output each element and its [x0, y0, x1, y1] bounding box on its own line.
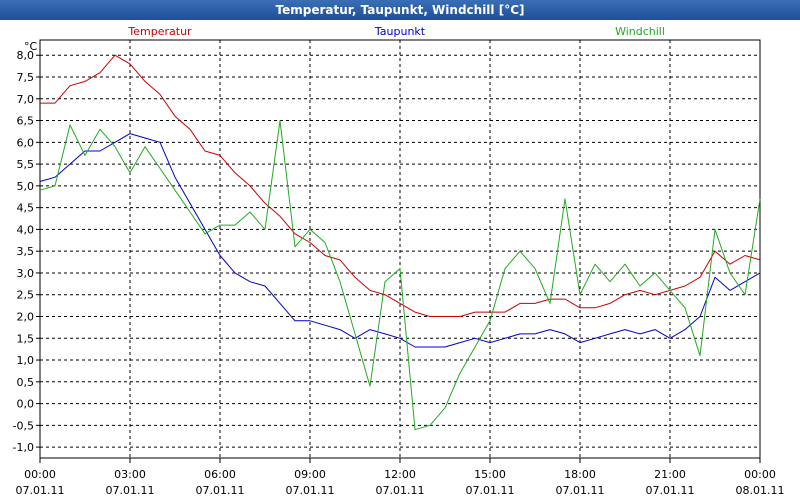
x-axis: 00:00 07.01.11 03:00 07.01.11 06:00 07.01.11 0…: [16, 458, 785, 497]
y-tick-label: 7,5: [17, 71, 35, 84]
x-tick-date-label: 07.01.11: [196, 484, 245, 497]
x-tick-date-label: 07.01.11: [106, 484, 155, 497]
x-tick-date-label: 07.01.11: [16, 484, 65, 497]
y-tick-label: 1,0: [17, 354, 35, 367]
y-tick-label: 2,5: [17, 289, 35, 302]
legend: Temperatur Taupunkt Windchill: [127, 25, 665, 38]
legend-entry-windchill: Windchill: [615, 25, 665, 38]
y-tick-label: 7,0: [17, 93, 35, 106]
y-tick-label: 5,5: [17, 158, 35, 171]
y-tick-label: 0,5: [17, 376, 35, 389]
x-tick-date-label: 07.01.11: [556, 484, 605, 497]
y-tick-label: 2,0: [17, 310, 35, 323]
y-axis-unit-label: °C: [24, 40, 38, 53]
x-tick-time-label: 18:00: [564, 468, 596, 481]
y-tick-label: 4,0: [17, 223, 35, 236]
x-tick-time-label: 09:00: [294, 468, 326, 481]
y-tick-label: 4,5: [17, 202, 35, 215]
x-tick-time-label: 15:00: [474, 468, 506, 481]
x-tick-time-label: 06:00: [204, 468, 236, 481]
x-tick-time-label: 00:00: [24, 468, 56, 481]
y-tick-label: 6,5: [17, 115, 35, 128]
x-tick-date-label: 07.01.11: [466, 484, 515, 497]
y-tick-label: 0,0: [17, 398, 35, 411]
x-tick-date-label: 07.01.11: [376, 484, 425, 497]
y-tick-label: -1,0: [13, 441, 34, 454]
x-tick-date-label: 07.01.11: [646, 484, 695, 497]
x-tick-time-label: 03:00: [114, 468, 146, 481]
line-chart: Temperatur Taupunkt Windchill 8,07,57,06,5…: [13, 25, 785, 497]
series-lines: [39, 54, 761, 431]
x-tick-time-label: 21:00: [654, 468, 686, 481]
x-tick-time-label: 00:00: [744, 468, 776, 481]
y-tick-label: 5,0: [17, 180, 35, 193]
y-tick-label: 3,5: [17, 245, 35, 258]
y-tick-label: 3,0: [17, 267, 35, 280]
x-tick-date-label: 08.01.11: [736, 484, 785, 497]
x-tick-time-label: 12:00: [384, 468, 416, 481]
legend-entry-temperatur: Temperatur: [127, 25, 192, 38]
y-axis: 8,07,57,06,56,05,55,04,54,03,53,02,52,01…: [13, 49, 40, 454]
y-tick-label: 1,5: [17, 332, 35, 345]
legend-entry-taupunkt: Taupunkt: [374, 25, 426, 38]
y-tick-label: -0,5: [13, 419, 34, 432]
x-tick-date-label: 07.01.11: [286, 484, 335, 497]
grid: [40, 40, 760, 458]
y-tick-label: 6,0: [17, 136, 35, 149]
